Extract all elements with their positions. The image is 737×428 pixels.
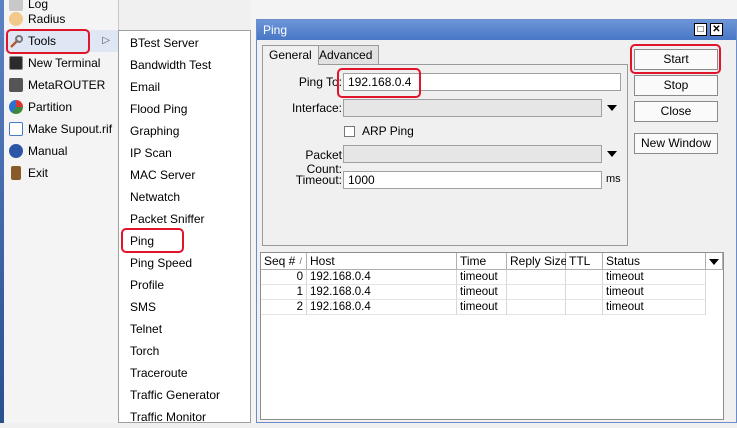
cell-host: 192.168.0.4 [307, 285, 457, 300]
submenu-item-btest-server[interactable]: BTest Server [119, 32, 250, 54]
column-header-time[interactable]: Time [457, 253, 507, 270]
cell-seq: 2 [261, 300, 307, 315]
cell-reply-size [507, 300, 566, 315]
ping-to-label: Ping To: [298, 75, 342, 89]
tab-advanced[interactable]: Advanced [312, 45, 380, 64]
submenu-item-sms[interactable]: SMS [119, 296, 250, 318]
stop-button[interactable]: Stop [634, 75, 718, 96]
timeout-label: Timeout: [295, 173, 342, 187]
column-header-label: Seq # [264, 254, 296, 268]
submenu-arrow-icon: ▷ [102, 35, 110, 46]
terminal-icon [9, 56, 23, 70]
cell-reply-size [507, 270, 566, 285]
submenu-item-telnet[interactable]: Telnet [119, 318, 250, 340]
maximize-icon[interactable]: □ [694, 23, 707, 36]
interface-dropdown-arrow-icon[interactable] [607, 105, 617, 111]
menu-item-label: Exit [28, 166, 49, 180]
results-table: Seq # / Host Time Reply Size TTL Status … [260, 252, 724, 420]
column-header-status[interactable]: Status [603, 253, 706, 270]
highlight-ping-to [337, 68, 421, 98]
submenu-item-packet-sniffer[interactable]: Packet Sniffer [119, 208, 250, 230]
exit-icon [11, 166, 21, 180]
menu-item-label: Partition [28, 100, 73, 114]
partition-icon [9, 100, 23, 114]
new-window-button[interactable]: New Window [634, 133, 718, 154]
packet-count-dropdown-arrow-icon[interactable] [607, 151, 617, 157]
menu-item-manual[interactable]: Manual [4, 140, 118, 162]
radius-icon [9, 12, 23, 26]
supout-icon [9, 122, 23, 136]
cell-time: timeout [457, 300, 507, 315]
highlight-ping [121, 228, 184, 253]
cell-ttl [566, 300, 603, 315]
cell-host: 192.168.0.4 [307, 300, 457, 315]
menu-item-label: Make Supout.rif [28, 122, 113, 136]
close-button[interactable]: Close [634, 101, 718, 122]
menu-item-label: Radius [28, 12, 66, 26]
packet-count-label: Packet Count: [305, 148, 342, 176]
main-menu: Log Radius Tools ▷ New Terminal MetaROUT… [4, 0, 119, 423]
submenu-item-traceroute[interactable]: Traceroute [119, 362, 250, 384]
column-header-reply-size[interactable]: Reply Size [507, 253, 567, 270]
cell-ttl [566, 285, 603, 300]
submenu-item-profile[interactable]: Profile [119, 274, 250, 296]
cell-status: timeout [603, 270, 706, 285]
menu-item-label: Manual [28, 144, 68, 158]
submenu-item-graphing[interactable]: Graphing [119, 120, 250, 142]
cell-status: timeout [603, 300, 706, 315]
cell-seq: 0 [261, 270, 307, 285]
submenu-item-flood-ping[interactable]: Flood Ping [119, 98, 250, 120]
packet-count-input[interactable] [343, 145, 602, 163]
column-chooser-arrow-icon [709, 259, 719, 265]
cell-host: 192.168.0.4 [307, 270, 457, 285]
submenu-item-netwatch[interactable]: Netwatch [119, 186, 250, 208]
cell-ttl [566, 270, 603, 285]
general-tab-panel: Ping To: 192.168.0.4 Interface: ARP Ping… [262, 64, 628, 246]
sort-indicator-icon: / [299, 256, 302, 266]
cell-reply-size [507, 285, 566, 300]
interface-select[interactable] [343, 99, 602, 117]
submenu-item-traffic-generator[interactable]: Traffic Generator [119, 384, 250, 406]
highlight-start [630, 44, 721, 74]
column-header-ttl[interactable]: TTL [566, 253, 603, 270]
submenu-item-torch[interactable]: Torch [119, 340, 250, 362]
close-icon[interactable]: ✕ [710, 23, 723, 36]
timeout-input[interactable]: 1000 [343, 171, 602, 189]
metarouter-icon [9, 78, 23, 92]
menu-item-new-terminal[interactable]: New Terminal [4, 52, 118, 74]
highlight-tools [6, 29, 90, 54]
menu-item-partition[interactable]: Partition [4, 96, 118, 118]
submenu-item-traffic-monitor[interactable]: Traffic Monitor [119, 406, 250, 428]
submenu-item-bandwidth-test[interactable]: Bandwidth Test [119, 54, 250, 76]
cell-seq: 1 [261, 285, 307, 300]
column-chooser-button[interactable] [706, 253, 723, 270]
arp-ping-label: ARP Ping [362, 124, 414, 138]
menu-item-radius[interactable]: Radius [4, 8, 118, 30]
column-header-host[interactable]: Host [307, 253, 457, 270]
cell-time: timeout [457, 270, 507, 285]
submenu-item-ping-speed[interactable]: Ping Speed [119, 252, 250, 274]
window-title: Ping [263, 23, 288, 37]
menu-item-make-supout[interactable]: Make Supout.rif [4, 118, 118, 140]
submenu-item-ip-scan[interactable]: IP Scan [119, 142, 250, 164]
arp-ping-checkbox[interactable] [344, 126, 355, 137]
menu-item-label: MetaROUTER [28, 78, 106, 92]
title-bar[interactable]: Ping □ ✕ [257, 20, 736, 40]
column-header-seq[interactable]: Seq # / [261, 253, 307, 270]
tools-submenu: BTest Server Bandwidth Test Email Flood … [118, 30, 251, 424]
cell-time: timeout [457, 285, 507, 300]
menu-item-metarouter[interactable]: MetaROUTER [4, 74, 118, 96]
tab-general[interactable]: General [262, 45, 319, 65]
menu-item-label: New Terminal [28, 56, 101, 70]
cell-status: timeout [603, 285, 706, 300]
ping-window: Ping □ ✕ General Advanced Ping To: 192.1… [256, 19, 737, 423]
timeout-unit: ms [606, 173, 621, 185]
submenu-item-mac-server[interactable]: MAC Server [119, 164, 250, 186]
menu-item-exit[interactable]: Exit [4, 162, 118, 184]
submenu-item-email[interactable]: Email [119, 76, 250, 98]
manual-icon [9, 144, 23, 158]
interface-label: Interface: [291, 101, 342, 115]
